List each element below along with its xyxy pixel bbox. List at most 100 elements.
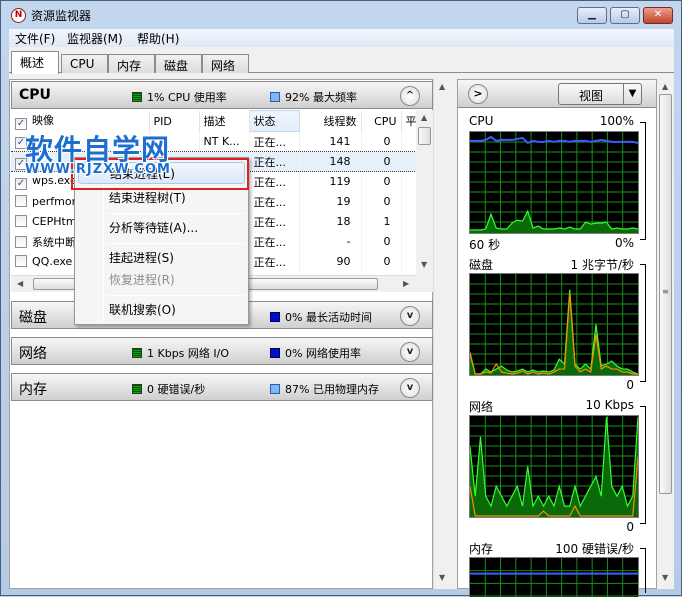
cell-threads: -: [299, 231, 362, 252]
graph-bracket: [640, 548, 646, 593]
row-checkbox[interactable]: [15, 255, 27, 267]
scroll-thumb[interactable]: ≡: [659, 94, 672, 494]
expand-icon[interactable]: v: [400, 306, 420, 326]
green-legend-icon: [132, 348, 142, 358]
blue-legend-icon: [270, 384, 280, 394]
menu-bar: 文件(F) 监视器(M) 帮助(H): [9, 29, 674, 47]
column-threads[interactable]: 线程数: [299, 110, 362, 132]
network-graph: 网络 10 Kbps 0: [466, 398, 648, 536]
scroll-down-icon[interactable]: ▼: [662, 573, 668, 582]
graph-bracket: [640, 406, 646, 524]
scroll-thumb[interactable]: [418, 127, 431, 145]
tab-memory[interactable]: 内存: [108, 54, 155, 73]
cell-status: 正在...: [249, 211, 300, 232]
network-section-header[interactable]: 网络 1 Kbps 网络 I/O 0% 网络使用率 v: [11, 337, 433, 365]
network-usage-stat: 0% 网络使用率: [270, 345, 361, 361]
menu-separator: [107, 243, 245, 244]
graph-pane-vscroll[interactable]: ▲ ≡ ▼: [657, 79, 674, 589]
minimize-button[interactable]: ▁: [577, 7, 607, 24]
menu-end-process-tree[interactable]: 结束进程树(T): [78, 187, 245, 209]
scroll-down-icon[interactable]: ▼: [421, 260, 427, 269]
cell-status: 正在...: [249, 231, 300, 252]
graph-title: 内存: [469, 542, 494, 556]
scroll-down-icon[interactable]: ▼: [439, 573, 445, 582]
tab-cpu[interactable]: CPU: [61, 54, 108, 73]
scroll-left-icon[interactable]: ◀: [17, 279, 23, 288]
process-table-vscroll[interactable]: ▲ ▼: [416, 110, 433, 292]
menu-file[interactable]: 文件(F): [15, 30, 55, 47]
expand-icon[interactable]: v: [400, 378, 420, 398]
cell-avg: [401, 251, 417, 272]
cell-threads: 141: [299, 131, 362, 152]
cell-threads: 119: [299, 171, 362, 192]
series-line-green: [470, 289, 638, 375]
cell-cpu: 0: [361, 131, 402, 152]
window-title: 资源监视器: [31, 9, 92, 23]
dropdown-arrow-icon[interactable]: ▼: [623, 84, 641, 104]
cell-cpu: 0: [361, 151, 402, 172]
row-checkbox[interactable]: ✓: [15, 177, 27, 190]
graph-bracket: [640, 264, 646, 382]
graph-title: 磁盘: [469, 258, 494, 272]
resource-monitor-window: N 资源监视器 ▁ ▢ ✕ 文件(F) 监视器(M) 帮助(H) 概述 CPU …: [0, 0, 682, 597]
left-pane-vscroll[interactable]: ▲ ▼: [433, 79, 450, 589]
column-average[interactable]: 平: [401, 110, 417, 132]
menu-search-online[interactable]: 联机搜索(O): [78, 299, 245, 321]
memory-chart: [469, 557, 639, 597]
app-icon: N: [11, 8, 26, 23]
menu-help[interactable]: 帮助(H): [137, 30, 179, 47]
chevron-right-icon[interactable]: >: [468, 84, 488, 104]
menu-analyze-wait-chain[interactable]: 分析等待链(A)...: [78, 217, 245, 239]
graph-max-label: 100 硬错误/秒: [555, 542, 634, 556]
memory-graph: 内存 100 硬错误/秒: [466, 540, 648, 597]
scroll-right-icon[interactable]: ▶: [403, 279, 409, 288]
column-description[interactable]: 描述: [199, 110, 250, 132]
graph-max-label: 100%: [599, 114, 634, 128]
title-bar[interactable]: N 资源监视器 ▁ ▢ ✕: [1, 1, 681, 29]
cell-avg: [401, 151, 417, 172]
graph-max-label: 10 Kbps: [585, 398, 634, 412]
row-checkbox[interactable]: [15, 195, 27, 207]
cell-cpu: 0: [361, 171, 402, 192]
tab-network[interactable]: 网络: [202, 54, 249, 73]
cpu-section-title: CPU: [19, 87, 51, 103]
collapse-icon[interactable]: ^: [400, 86, 420, 106]
cell-cpu: 0: [361, 231, 402, 252]
expand-icon[interactable]: v: [400, 342, 420, 362]
menu-suspend-process[interactable]: 挂起进程(S): [78, 247, 245, 269]
cell-threads: 18: [299, 211, 362, 232]
cpu-usage-stat: 1% CPU 使用率: [132, 89, 227, 105]
memory-section-title: 内存: [19, 382, 47, 398]
cell-status: 正在...: [249, 151, 300, 172]
memory-section-header[interactable]: 内存 0 硬错误/秒 87% 已用物理内存 v: [11, 373, 433, 401]
graph-max-label: 1 兆字节/秒: [570, 258, 635, 272]
network-io-stat: 1 Kbps 网络 I/O: [132, 345, 229, 361]
disk-section-title: 磁盘: [19, 310, 47, 326]
cell-cpu: 1: [361, 211, 402, 232]
graph-min-label: 0%: [614, 236, 634, 250]
tab-overview[interactable]: 概述: [11, 51, 59, 74]
row-checkbox[interactable]: [15, 215, 27, 227]
cell-threads: 90: [299, 251, 362, 272]
graph-pane: > 视图 ▼ CPU 100% 60 秒 0% 磁盘 1 兆字节/秒 0 网络 …: [457, 79, 657, 597]
cpu-section-header[interactable]: CPU 1% CPU 使用率 92% 最大频率 ^: [11, 81, 433, 109]
scroll-up-icon[interactable]: ▲: [662, 82, 668, 91]
maximize-button[interactable]: ▢: [610, 7, 640, 24]
column-status[interactable]: 状态: [248, 110, 300, 132]
tab-disk[interactable]: 磁盘: [155, 54, 202, 73]
graph-title: CPU: [469, 114, 494, 128]
graph-min-label: 0: [626, 378, 634, 392]
scroll-up-icon[interactable]: ▲: [421, 113, 427, 122]
column-cpu[interactable]: CPU: [361, 110, 402, 132]
menu-monitor[interactable]: 监视器(M): [67, 30, 123, 47]
view-dropdown[interactable]: 视图 ▼: [558, 83, 642, 105]
green-legend-icon: [132, 92, 142, 102]
row-checkbox[interactable]: [15, 235, 27, 248]
close-button[interactable]: ✕: [643, 7, 673, 24]
cell-status: 正在...: [249, 171, 300, 192]
scroll-up-icon[interactable]: ▲: [439, 82, 445, 91]
cell-avg: [401, 231, 417, 252]
cpu-chart: [469, 131, 639, 234]
blue-legend-icon: [270, 312, 280, 322]
tab-bar: 概述 CPU 内存 磁盘 网络: [9, 51, 674, 74]
